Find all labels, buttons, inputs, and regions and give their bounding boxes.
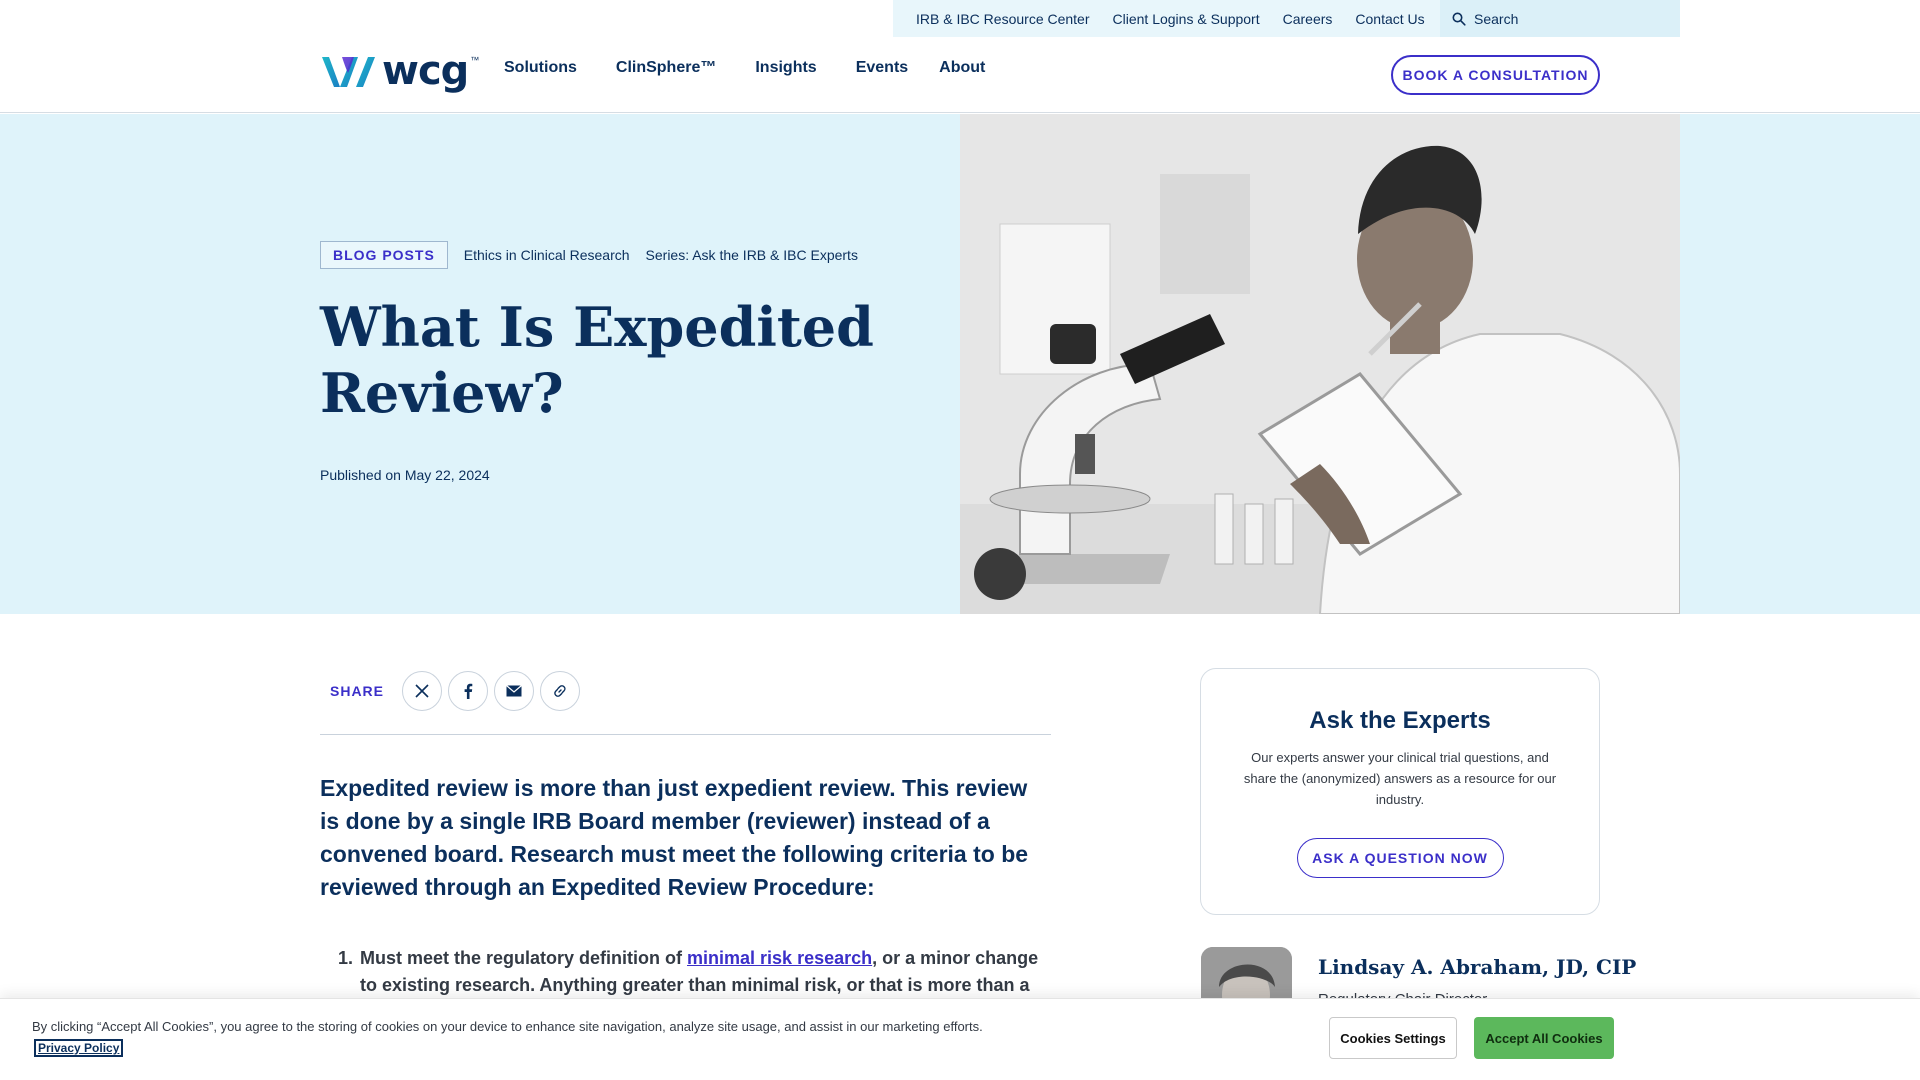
primary-nav: Solutions ClinSphere™ Insights Events Ab…	[504, 59, 1024, 77]
share-facebook-button[interactable]	[448, 671, 489, 711]
list-item-text-before: Must meet the regulatory definition of	[360, 948, 688, 968]
author-name[interactable]: Lindsay A. Abraham, JD, CIP	[1318, 955, 1636, 979]
share-email-button[interactable]	[494, 671, 535, 711]
ask-experts-card: Ask the Experts Our experts answer your …	[1200, 668, 1600, 915]
search-button[interactable]: Search	[1440, 0, 1680, 37]
utility-link-resource-center[interactable]: IRB & IBC Resource Center	[916, 11, 1090, 27]
facebook-icon	[464, 683, 473, 699]
tag-series[interactable]: Series: Ask the IRB & IBC Experts	[646, 247, 858, 263]
search-label: Search	[1474, 10, 1519, 27]
experts-title: Ask the Experts	[1309, 707, 1491, 734]
list-item: Must meet the regulatory definition of m…	[338, 945, 1051, 999]
cookies-settings-button[interactable]: Cookies Settings	[1329, 1017, 1457, 1059]
nav-item-clinsphere[interactable]: ClinSphere™	[616, 59, 716, 77]
utility-link-careers[interactable]: Careers	[1283, 11, 1333, 27]
nav-item-insights[interactable]: Insights	[755, 59, 816, 77]
logo-mark-icon	[322, 57, 375, 87]
page: IRB & IBC Resource Center Client Logins …	[0, 0, 1920, 1080]
search-icon	[1452, 12, 1466, 26]
privacy-policy-link[interactable]: Privacy Policy	[34, 1039, 124, 1057]
cookie-banner: By clicking “Accept All Cookies”, you ag…	[0, 998, 1920, 1080]
utility-nav: IRB & IBC Resource Center Client Logins …	[893, 0, 1680, 37]
nav-item-solutions[interactable]: Solutions	[504, 59, 577, 77]
utility-link-contact[interactable]: Contact Us	[1355, 11, 1424, 27]
published-date: Published on May 22, 2024	[320, 467, 490, 483]
share-x-button[interactable]	[402, 671, 443, 711]
nav-item-events[interactable]: Events	[856, 59, 908, 77]
ask-question-button[interactable]: ASK A QUESTION NOW	[1296, 838, 1504, 878]
share-bar: SHARE	[320, 671, 586, 711]
hero-image	[960, 114, 1680, 614]
hero: BLOG POSTS Ethics in Clinical Research S…	[0, 114, 1920, 614]
nav-item-about[interactable]: About	[939, 59, 985, 77]
cookie-text: By clicking “Accept All Cookies”, you ag…	[32, 1019, 983, 1034]
share-label: SHARE	[330, 683, 385, 699]
x-icon	[415, 684, 429, 698]
brand-wordmark: wcg	[382, 48, 469, 94]
utility-link-client-logins[interactable]: Client Logins & Support	[1113, 11, 1260, 27]
experts-description: Our experts answer your clinical trial q…	[1243, 750, 1557, 807]
link-icon	[554, 685, 566, 697]
email-icon	[506, 685, 522, 697]
wcg-logo[interactable]: wcg ™	[320, 48, 480, 94]
share-divider	[320, 734, 1051, 735]
list-number: 1.	[338, 948, 354, 968]
brand-trademark: ™	[470, 55, 480, 65]
category-badge[interactable]: BLOG POSTS	[320, 241, 448, 269]
scientist-microscope-illustration	[960, 114, 1680, 614]
article-tags: BLOG POSTS Ethics in Clinical Research S…	[320, 241, 858, 269]
criteria-list: 1. Must meet the regulatory definition o…	[338, 945, 1051, 999]
article-lead: Expedited review is more than just exped…	[320, 775, 1029, 900]
share-link-button[interactable]	[540, 671, 581, 711]
minimal-risk-link[interactable]: minimal risk research	[687, 948, 872, 968]
book-consultation-button[interactable]: BOOK A CONSULTATION	[1391, 55, 1600, 95]
page-title: What Is Expedited Review?	[320, 295, 874, 425]
main-nav: wcg ™ Solutions ClinSphere™ Insights Eve…	[0, 37, 1920, 113]
tag-ethics[interactable]: Ethics in Clinical Research	[464, 247, 630, 263]
accept-all-cookies-button[interactable]: Accept All Cookies	[1474, 1017, 1614, 1059]
